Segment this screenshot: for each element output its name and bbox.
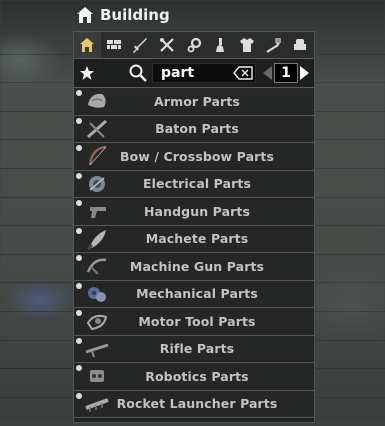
recipe-row-electrical-parts[interactable]: Electrical Parts bbox=[74, 170, 314, 198]
tab-food[interactable] bbox=[260, 32, 287, 58]
background-inventory-right bbox=[312, 26, 385, 426]
tab-tools[interactable] bbox=[154, 32, 181, 58]
tab-decor[interactable] bbox=[287, 32, 314, 58]
tab-clothing[interactable] bbox=[234, 32, 261, 58]
mechanical-parts-icon bbox=[88, 286, 106, 302]
unlock-indicator-icon bbox=[76, 365, 82, 371]
handgun-parts-icon bbox=[90, 207, 106, 219]
recipe-label: Robotics Parts bbox=[145, 368, 249, 384]
recipe-row-baton-parts[interactable]: Baton Parts bbox=[74, 115, 314, 143]
recipe-label: Rocket Launcher Parts bbox=[116, 396, 278, 412]
house-icon bbox=[80, 38, 95, 52]
recipe-label: Machine Gun Parts bbox=[129, 258, 265, 274]
search-input-container bbox=[152, 63, 256, 83]
pagination: 1 bbox=[260, 63, 312, 83]
category-tabs bbox=[74, 32, 314, 59]
unlock-indicator-icon bbox=[76, 145, 82, 151]
baton-parts-icon bbox=[87, 119, 107, 138]
recipe-label: Rifle Parts bbox=[159, 341, 235, 357]
machine-gun-parts-icon bbox=[86, 258, 107, 275]
search-icon bbox=[129, 64, 147, 82]
background-inventory-left bbox=[0, 26, 72, 426]
recipe-row-machete-parts[interactable]: Machete Parts bbox=[74, 225, 314, 253]
sword-icon bbox=[133, 38, 148, 53]
flask-icon bbox=[216, 38, 225, 52]
recipe-label: Baton Parts bbox=[155, 121, 239, 137]
robotics-parts-icon bbox=[90, 370, 104, 383]
bricks-icon bbox=[106, 40, 121, 49]
motor-tool-parts-icon bbox=[86, 315, 108, 331]
recipe-label: Mechanical Parts bbox=[136, 286, 258, 302]
armor-parts-icon bbox=[88, 94, 106, 108]
previous-page-arrow-icon[interactable] bbox=[260, 64, 274, 82]
tab-weapons[interactable] bbox=[127, 32, 154, 58]
next-page-arrow-icon[interactable] bbox=[298, 64, 312, 82]
tools-icon bbox=[160, 38, 174, 52]
favorites-toggle[interactable] bbox=[74, 60, 100, 86]
window-titlebar: Building bbox=[72, 0, 316, 30]
tab-chemicals[interactable] bbox=[207, 32, 234, 58]
unlock-indicator-icon bbox=[76, 337, 82, 344]
unlock-indicator-icon bbox=[76, 90, 82, 96]
machete-parts-icon bbox=[86, 229, 106, 250]
rifle-parts-icon bbox=[85, 343, 109, 358]
building-panel: 1 Armor Parts Baton Parts Bow / Crossbow… bbox=[73, 31, 315, 423]
tab-building[interactable] bbox=[74, 32, 101, 58]
recipe-list: Armor Parts Baton Parts Bow / Crossbow P… bbox=[74, 88, 314, 418]
electrical-parts-icon bbox=[89, 175, 105, 192]
armchair-icon bbox=[294, 39, 307, 50]
tab-blocks[interactable] bbox=[101, 32, 128, 58]
unlock-indicator-icon bbox=[76, 117, 82, 124]
recipe-label: Handgun Parts bbox=[144, 203, 250, 219]
shirt-icon bbox=[239, 38, 254, 52]
recipe-row-handgun-parts[interactable]: Handgun Parts bbox=[74, 198, 314, 226]
filter-bar: 1 bbox=[74, 59, 314, 88]
bow-parts-icon bbox=[88, 146, 107, 166]
recipe-label: Armor Parts bbox=[154, 93, 240, 109]
unlock-indicator-icon bbox=[76, 282, 82, 289]
house-icon bbox=[77, 7, 93, 23]
recipe-label: Machete Parts bbox=[145, 231, 249, 247]
recipe-label: Bow / Crossbow Parts bbox=[119, 148, 274, 164]
recipe-row-robotics-parts[interactable]: Robotics Parts bbox=[74, 363, 314, 391]
unlock-indicator-icon bbox=[76, 255, 82, 261]
clear-search-button[interactable] bbox=[233, 66, 253, 80]
page-number: 1 bbox=[274, 63, 298, 83]
star-icon bbox=[80, 66, 94, 80]
fork-icon bbox=[266, 38, 282, 53]
rocket-launcher-parts-icon bbox=[85, 397, 109, 412]
recipe-row-rifle-parts[interactable]: Rifle Parts bbox=[74, 335, 314, 363]
recipe-label: Electrical Parts bbox=[142, 176, 252, 192]
recipe-row-machine-gun-parts[interactable]: Machine Gun Parts bbox=[74, 253, 314, 281]
gears-icon bbox=[187, 37, 201, 53]
window-title: Building bbox=[100, 6, 170, 24]
search-input[interactable] bbox=[153, 64, 223, 82]
unlock-indicator-icon bbox=[76, 200, 82, 206]
recipe-row-motor-tool-parts[interactable]: Motor Tool Parts bbox=[74, 308, 314, 336]
unlock-indicator-icon bbox=[76, 172, 82, 179]
recipe-row-bow-crossbow-parts[interactable]: Bow / Crossbow Parts bbox=[74, 143, 314, 171]
unlock-indicator-icon bbox=[76, 310, 82, 316]
unlock-indicator-icon bbox=[76, 392, 82, 399]
recipe-row-rocket-launcher-parts[interactable]: Rocket Launcher Parts bbox=[74, 390, 314, 418]
recipe-row-mechanical-parts[interactable]: Mechanical Parts bbox=[74, 280, 314, 308]
unlock-indicator-icon bbox=[76, 227, 82, 234]
tab-science[interactable] bbox=[180, 32, 207, 58]
recipe-row-armor-parts[interactable]: Armor Parts bbox=[74, 88, 314, 116]
recipe-label: Motor Tool Parts bbox=[138, 313, 256, 329]
